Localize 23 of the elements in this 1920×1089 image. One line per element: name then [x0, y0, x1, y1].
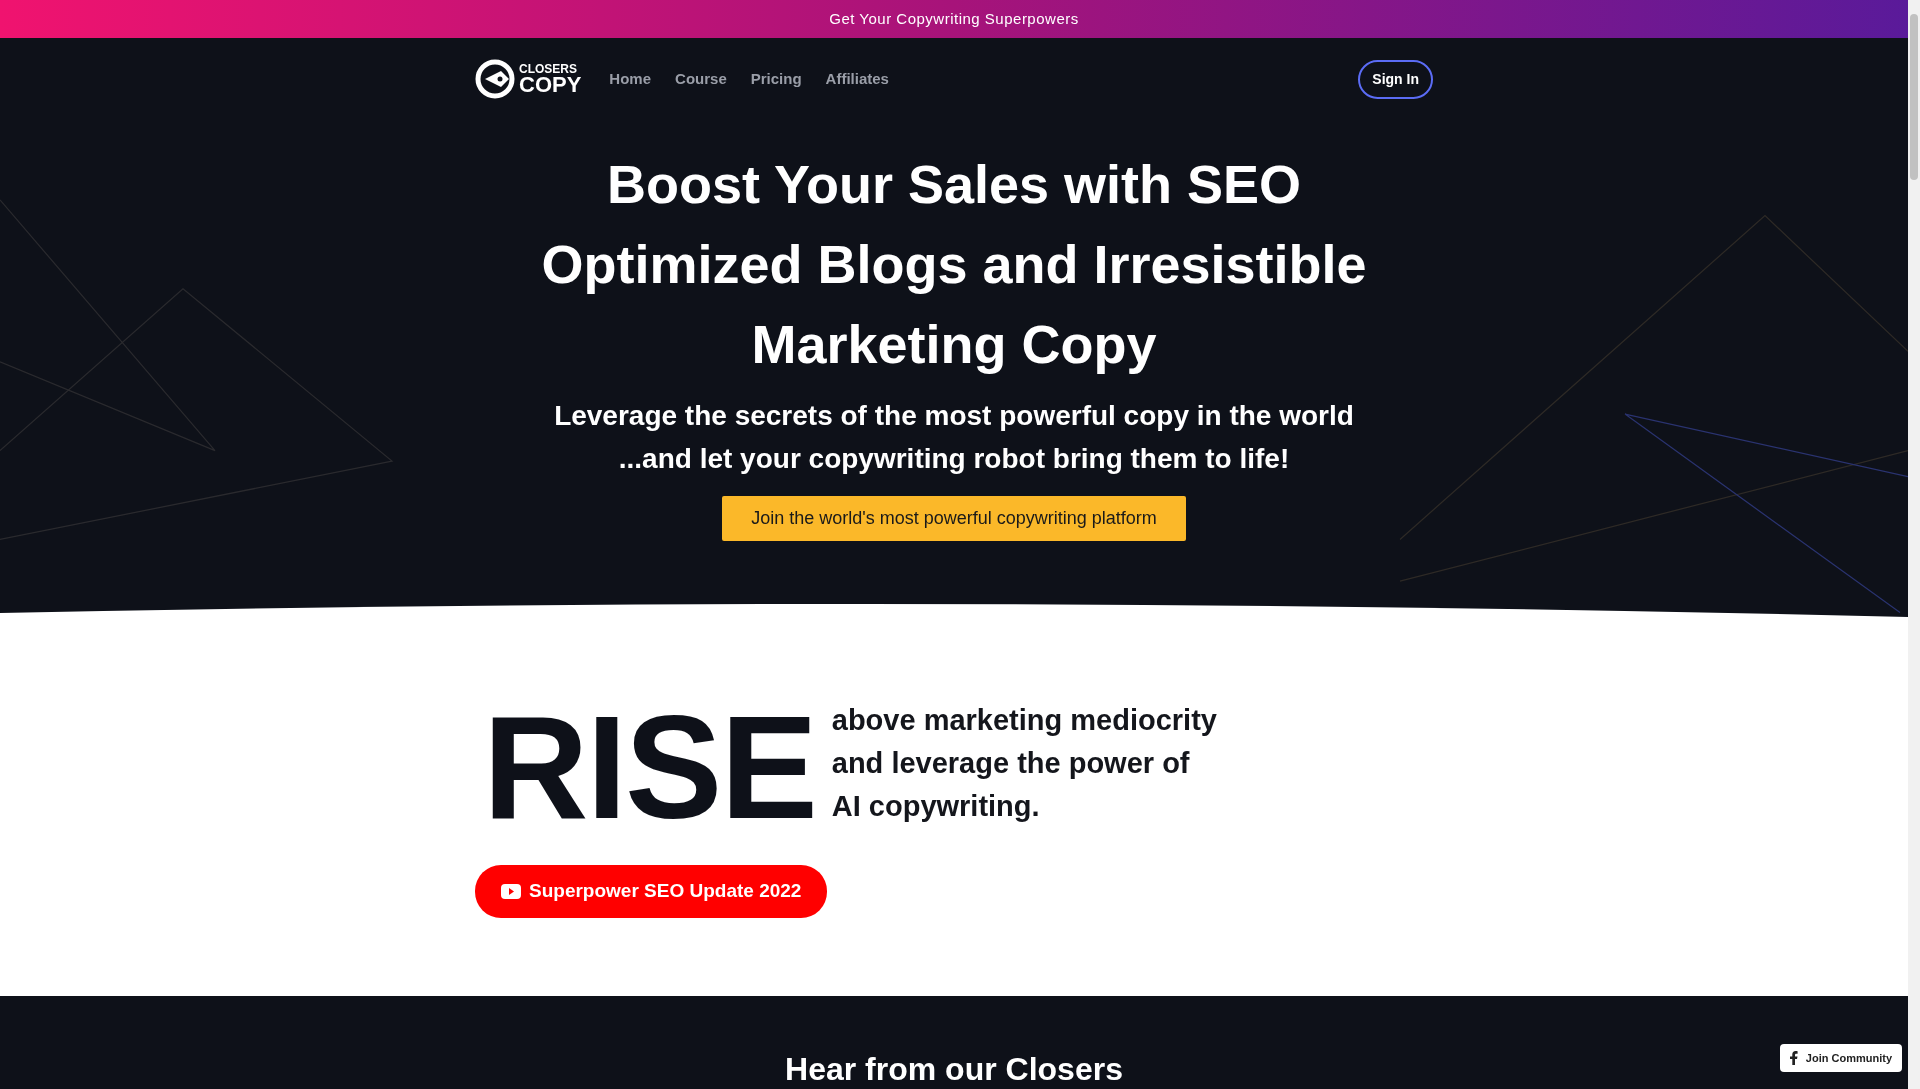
section-heading: Hear from our Closers	[785, 1050, 1123, 1089]
facebook-icon	[1789, 1050, 1798, 1065]
nav-link[interactable]: Home	[609, 63, 652, 95]
nav-link[interactable]: Affiliates	[825, 63, 889, 95]
hero-title: Boost Your Sales with SEO Optimized Blogs and Irresistible Marketing Copy	[540, 153, 1368, 376]
play-icon	[501, 883, 521, 899]
logo[interactable]: CLOSERS COPY	[475, 59, 582, 99]
video-button[interactable]: Superpower SEO Update 2022	[475, 865, 828, 918]
rise-text: AI copywriting.	[831, 789, 1041, 824]
rise-text: and leverage the power of	[831, 746, 1191, 781]
nav-link[interactable]: Course	[675, 63, 727, 95]
nav-link[interactable]: Pricing	[750, 63, 802, 95]
hero-subtitle: ...and let your copywriting robot bring them to life!	[617, 442, 1291, 476]
scrollbar-thumb[interactable]	[1910, 14, 1918, 180]
scrollbar[interactable]	[1908, 0, 1920, 1089]
pen-nib-icon	[475, 59, 515, 99]
sign-in-button[interactable]: Sign In	[1358, 59, 1433, 99]
banner-text: Get Your Copywriting Superpowers	[829, 8, 1079, 29]
hero-subtitle: Leverage the secrets of the most powerful copy in the world	[553, 399, 1355, 433]
cta-button[interactable]: Join the world's most powerful copywriting platform	[722, 496, 1186, 541]
rise-heading: RISE	[483, 695, 816, 841]
join-community-button[interactable]: Join Community	[1779, 1043, 1902, 1072]
rise-text: above marketing mediocrity	[831, 703, 1217, 738]
